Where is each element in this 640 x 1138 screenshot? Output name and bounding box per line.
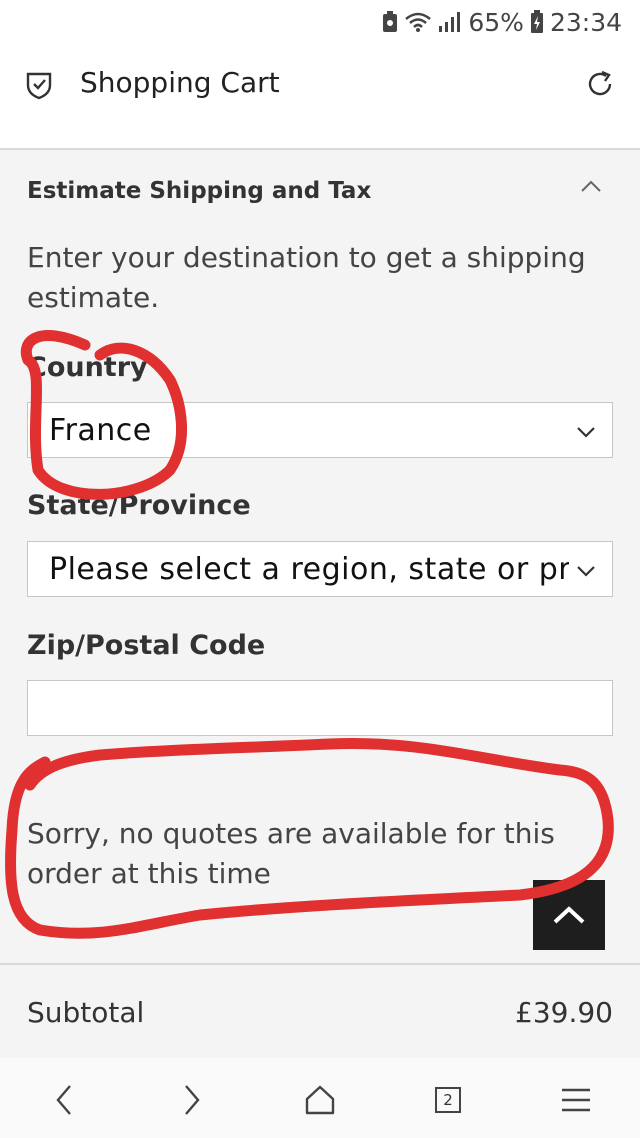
status-icons: 65% 23:34: [382, 6, 622, 38]
app-bar: Shopping Cart: [0, 44, 640, 150]
zip-input[interactable]: [27, 680, 613, 736]
subtotal-value: £39.90: [515, 996, 613, 1029]
chevron-down-icon: [576, 423, 596, 438]
zip-label: Zip/Postal Code: [27, 630, 266, 661]
chevron-down-icon: [576, 562, 596, 577]
clock: 23:34: [549, 7, 622, 37]
menu-icon[interactable]: [554, 1078, 598, 1122]
battery-percent: 65%: [468, 7, 524, 37]
wifi-icon: [404, 11, 432, 33]
back-icon[interactable]: [42, 1078, 86, 1122]
browser-nav-bar: 2: [0, 1058, 640, 1138]
country-select[interactable]: France: [27, 402, 613, 458]
chevron-up-icon[interactable]: [580, 178, 602, 192]
tabs-button[interactable]: 2: [426, 1078, 470, 1122]
home-icon[interactable]: [298, 1078, 342, 1122]
section-title[interactable]: Estimate Shipping and Tax: [27, 178, 371, 204]
signal-icon: [438, 11, 462, 33]
intro-text: Enter your destination to get a shipping…: [27, 241, 586, 314]
back-to-top-button[interactable]: [533, 880, 605, 950]
state-label: State/Province: [27, 490, 251, 521]
battery-icon: [530, 10, 544, 34]
refresh-icon[interactable]: [584, 68, 616, 100]
subtotal-label: Subtotal: [27, 996, 145, 1029]
forward-icon[interactable]: [170, 1078, 214, 1122]
state-select[interactable]: Please select a region, state or provinc…: [27, 541, 613, 597]
state-value: Please select a region, state or provinc…: [49, 552, 569, 587]
no-quotes-message: Sorry, no quotes are available for this …: [27, 817, 555, 890]
chevron-up-icon: [553, 906, 585, 924]
country-label: Country: [27, 352, 148, 383]
shield-icon: [26, 70, 52, 100]
country-value: France: [49, 413, 152, 448]
data-saver-icon: [382, 11, 398, 33]
page-title: Shopping Cart: [80, 66, 280, 99]
tab-count: 2: [435, 1087, 461, 1113]
divider: [0, 963, 640, 965]
status-bar: 65% 23:34: [0, 0, 640, 44]
